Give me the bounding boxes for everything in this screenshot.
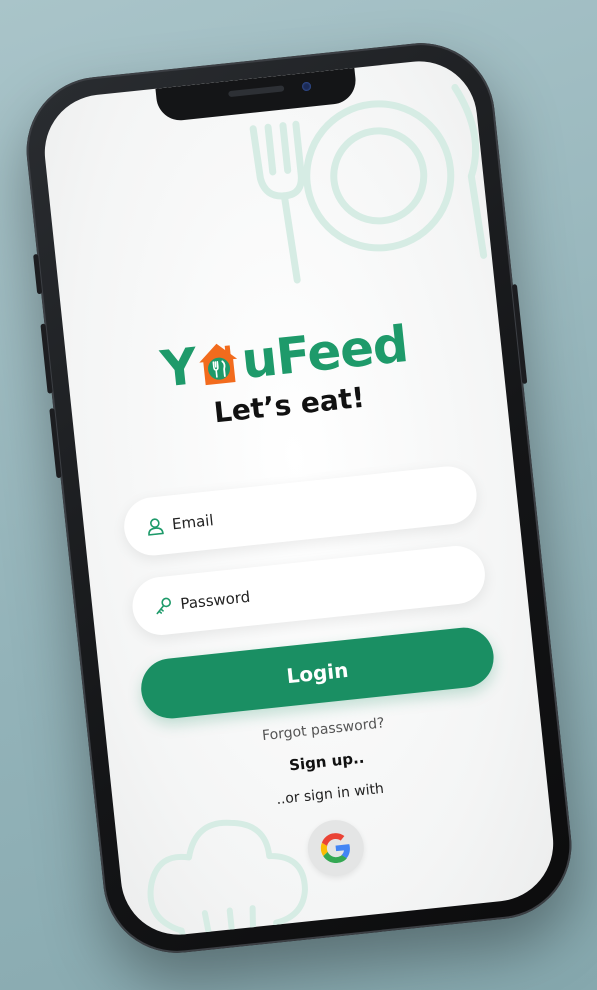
google-sign-in-button[interactable] — [305, 817, 367, 879]
password-placeholder: Password — [179, 587, 252, 613]
logo-text-left: Y — [158, 337, 200, 399]
email-placeholder: Email — [171, 511, 215, 534]
password-field[interactable]: Password — [129, 543, 488, 638]
speaker — [228, 85, 285, 98]
login-button[interactable]: Login — [138, 624, 497, 722]
user-icon — [145, 516, 165, 536]
email-field[interactable]: Email — [121, 463, 480, 559]
house-fork-spoon-icon — [195, 337, 244, 387]
phone-screen: Y uFeed Let’s eat! Email Password Login … — [39, 55, 559, 941]
google-icon — [320, 833, 350, 864]
key-icon — [154, 596, 174, 616]
phone-device: Y uFeed Let’s eat! Email Password Login … — [19, 35, 579, 961]
front-camera — [301, 81, 312, 92]
login-screen: Y uFeed Let’s eat! Email Password Login … — [39, 56, 559, 941]
